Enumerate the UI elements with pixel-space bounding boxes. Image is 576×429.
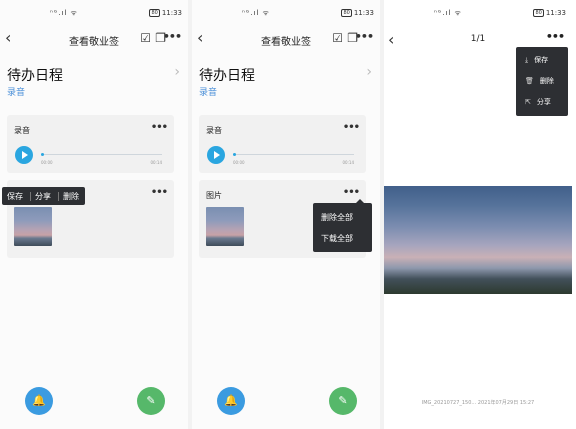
download-icon: ⤓ bbox=[525, 56, 529, 64]
screen-image-preview: ⁿᴳ.ıl ᯤ 80 11:33 ‹ 1/1 ••• ⤓ 保存 🗑 删除 ⇱ 分享 IM… bbox=[384, 0, 572, 429]
more-icon[interactable]: ••• bbox=[163, 30, 182, 43]
image-thumbnail[interactable] bbox=[206, 207, 244, 246]
checkbox-icon[interactable]: ☑ bbox=[140, 31, 151, 45]
note-heading: 待办日程 bbox=[199, 68, 255, 84]
save-menu-item[interactable]: ⤓ 保存 bbox=[525, 55, 548, 65]
status-bar: ⁿᴳ.ıl ᯤ 80 11:33 bbox=[0, 8, 188, 20]
divider bbox=[30, 192, 31, 201]
chevron-right-icon[interactable]: › bbox=[174, 64, 180, 80]
delete-button[interactable]: 删除 bbox=[63, 191, 79, 202]
note-subheading: 录音 bbox=[7, 88, 26, 98]
audio-time-end: 00:14 bbox=[150, 160, 162, 165]
attachment-toolbar: 保存 分享 删除 bbox=[2, 187, 85, 205]
bell-icon: 🔔 bbox=[32, 394, 46, 407]
reminder-bell-button[interactable]: 🔔 bbox=[217, 387, 245, 415]
save-button[interactable]: 保存 bbox=[7, 191, 23, 202]
more-icon[interactable]: ••• bbox=[343, 122, 360, 133]
battery-icon: 80 bbox=[341, 9, 352, 17]
edit-button[interactable]: ✎ bbox=[329, 387, 357, 415]
audio-card: 录音 ••• 00:00 00:14 bbox=[7, 115, 174, 173]
image-card-title: 图片 bbox=[206, 191, 222, 200]
image-thumbnail[interactable] bbox=[14, 207, 52, 246]
delete-label: 删除 bbox=[539, 77, 554, 85]
bell-icon: 🔔 bbox=[224, 394, 238, 407]
signal-icon: ⁿᴳ.ıl ᯤ bbox=[242, 9, 270, 17]
delete-all-menu-item[interactable]: 删除全部 bbox=[321, 212, 353, 223]
top-nav: ‹ 查看敬业签 ☑ ❐ ••• bbox=[0, 26, 188, 52]
preview-menu: ⤓ 保存 🗑 删除 ⇱ 分享 bbox=[516, 47, 568, 116]
chevron-right-icon[interactable]: › bbox=[366, 64, 372, 80]
battery-icon: 80 bbox=[149, 9, 160, 17]
more-icon[interactable]: ••• bbox=[355, 30, 374, 43]
share-button[interactable]: 分享 bbox=[35, 191, 51, 202]
more-icon[interactable]: ••• bbox=[546, 30, 565, 43]
note-subheading: 录音 bbox=[199, 88, 218, 98]
pencil-icon: ✎ bbox=[338, 394, 348, 407]
audio-card-title: 录音 bbox=[14, 126, 30, 135]
pencil-icon: ✎ bbox=[146, 394, 156, 407]
menu-arrow bbox=[356, 199, 364, 203]
more-icon[interactable]: ••• bbox=[151, 187, 168, 198]
audio-progress-track[interactable] bbox=[41, 153, 162, 156]
divider bbox=[58, 192, 59, 201]
status-time: 11:33 bbox=[161, 9, 182, 17]
share-label: 分享 bbox=[536, 98, 551, 106]
top-nav: ‹ 查看敬业签 ☑ ❐ ••• bbox=[192, 26, 380, 52]
signal-icon: ⁿᴳ.ıl ᯤ bbox=[50, 9, 78, 17]
signal-icon: ⁿᴳ.ıl ᯤ bbox=[434, 9, 462, 17]
audio-card-title: 录音 bbox=[206, 126, 222, 135]
edit-button[interactable]: ✎ bbox=[137, 387, 165, 415]
share-icon: ⇱ bbox=[525, 98, 531, 106]
audio-time-start: 00:00 bbox=[233, 160, 245, 165]
app-root: ⁿᴳ.ıl ᯤ 80 11:33 ‹ 查看敬业签 ☑ ❐ ••• 待办日程 › 录… bbox=[0, 0, 576, 429]
save-label: 保存 bbox=[534, 56, 549, 64]
audio-time-end: 00:14 bbox=[342, 160, 354, 165]
note-heading: 待办日程 bbox=[7, 68, 63, 84]
status-bar: ⁿᴳ.ıl ᯤ 80 11:33 bbox=[384, 8, 572, 20]
play-icon[interactable] bbox=[207, 146, 225, 164]
preview-image[interactable] bbox=[384, 186, 572, 294]
battery-icon: 80 bbox=[533, 9, 544, 17]
download-all-menu-item[interactable]: 下载全部 bbox=[321, 233, 353, 244]
image-counter: 1/1 bbox=[470, 34, 486, 44]
reminder-bell-button[interactable]: 🔔 bbox=[25, 387, 53, 415]
status-bar: ⁿᴳ.ıl ᯤ 80 11:33 bbox=[192, 8, 380, 20]
share-menu-item[interactable]: ⇱ 分享 bbox=[525, 97, 551, 107]
status-time: 11:33 bbox=[545, 9, 566, 17]
audio-card: 录音 ••• 00:00 00:14 bbox=[199, 115, 366, 173]
checkbox-icon[interactable]: ☑ bbox=[332, 31, 343, 45]
more-icon[interactable]: ••• bbox=[151, 122, 168, 133]
audio-progress-handle[interactable] bbox=[41, 153, 44, 156]
audio-progress-track[interactable] bbox=[233, 153, 354, 156]
more-icon[interactable]: ••• bbox=[343, 187, 360, 198]
play-icon[interactable] bbox=[15, 146, 33, 164]
delete-menu-item[interactable]: 🗑 删除 bbox=[525, 76, 554, 86]
audio-time-start: 00:00 bbox=[41, 160, 53, 165]
context-menu: 删除全部 下载全部 bbox=[313, 199, 372, 252]
image-caption: IMG_20210727_150... 2021年07月29日 15:27 bbox=[421, 400, 535, 406]
status-time: 11:33 bbox=[353, 9, 374, 17]
audio-progress-handle[interactable] bbox=[233, 153, 236, 156]
trash-icon: 🗑 bbox=[525, 77, 534, 85]
screen-note-view-toolbar: ⁿᴳ.ıl ᯤ 80 11:33 ‹ 查看敬业签 ☑ ❐ ••• 待办日程 › 录… bbox=[0, 0, 188, 429]
